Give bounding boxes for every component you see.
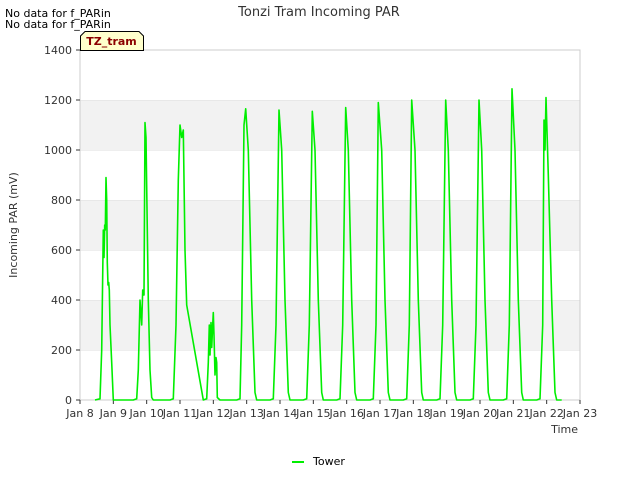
x-tick-label: Jan 9 — [99, 407, 127, 420]
grid-band — [80, 100, 580, 150]
y-tick-label: 600 — [51, 244, 72, 257]
x-tick-label: Jan 21 — [495, 407, 530, 420]
y-tick-label: 1000 — [44, 144, 72, 157]
par-chart: 0200400600800100012001400 Jan 8 Jan 9 Jan … — [7, 5, 597, 468]
x-tick-label: Jan 8 — [65, 407, 93, 420]
x-tick-label: Jan 10 — [128, 407, 163, 420]
site-badge-label: TZ_tram — [86, 35, 137, 48]
x-axis-ticks: Jan 8 Jan 9 Jan 10Jan 11Jan 12Jan 13Jan 14… — [65, 400, 597, 420]
grid-band — [80, 250, 580, 300]
x-tick-label: Jan 16 — [328, 407, 363, 420]
x-tick-label: Jan 17 — [362, 407, 397, 420]
grid-bands — [80, 49, 580, 400]
x-tick-label: Jan 14 — [262, 407, 297, 420]
x-tick-label: Jan 20 — [462, 407, 497, 420]
y-axis-ticks: 0 200 400 600 800 1000 1200 1400 — [44, 44, 80, 407]
grid-band — [80, 200, 580, 250]
grid-band — [80, 300, 580, 350]
y-tick-label: 1200 — [44, 94, 72, 107]
x-tick-label: Jan 23 — [562, 407, 597, 420]
x-axis-label: Time — [550, 423, 578, 436]
legend: Tower — [292, 455, 345, 468]
y-tick-label: 800 — [51, 194, 72, 207]
grid-band — [80, 150, 580, 200]
x-tick-label: Jan 13 — [228, 407, 263, 420]
site-badge: TZ_tram — [80, 31, 144, 51]
y-tick-label: 400 — [51, 294, 72, 307]
y-tick-label: 1400 — [44, 44, 72, 57]
y-axis-label: Incoming PAR (mV) — [7, 172, 20, 278]
y-tick-label: 200 — [51, 344, 72, 357]
x-tick-label: Jan 11 — [162, 407, 197, 420]
legend-label-tower: Tower — [312, 455, 345, 468]
x-tick-label: Jan 12 — [195, 407, 230, 420]
grid-band — [80, 50, 580, 100]
y-tick-label: 0 — [65, 394, 72, 407]
x-tick-label: Jan 18 — [395, 407, 430, 420]
x-tick-label: Jan 19 — [428, 407, 463, 420]
grid-band — [80, 350, 580, 400]
chart-title: Tonzi Tram Incoming PAR — [237, 5, 400, 20]
x-tick-label: Jan 22 — [528, 407, 563, 420]
x-tick-label: Jan 15 — [295, 407, 330, 420]
